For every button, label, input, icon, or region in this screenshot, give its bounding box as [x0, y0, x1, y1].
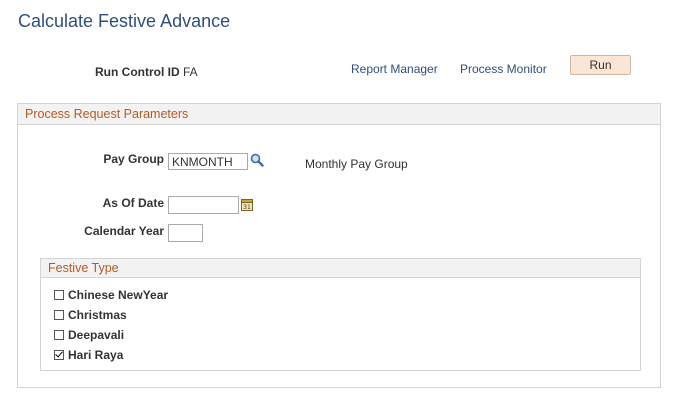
- deepavali-label: Deepavali: [68, 328, 125, 342]
- pay-group-input[interactable]: [168, 153, 248, 170]
- christmas-label: Christmas: [68, 308, 127, 322]
- festive-type-header: Festive Type: [41, 259, 640, 278]
- hari-raya-label: Hari Raya: [68, 348, 124, 362]
- process-request-parameters-header: Process Request Parameters: [18, 104, 660, 125]
- pay-group-label: Pay Group: [103, 152, 164, 166]
- pay-group-description: Monthly Pay Group: [305, 157, 408, 171]
- report-manager-link[interactable]: Report Manager: [351, 62, 438, 76]
- search-icon[interactable]: [250, 153, 264, 170]
- festive-type-box: Festive Type Chinese NewYear Christmas D…: [40, 258, 641, 371]
- festive-option-christmas[interactable]: Christmas: [54, 308, 127, 322]
- process-monitor-link[interactable]: Process Monitor: [460, 62, 547, 76]
- svg-text:31: 31: [243, 204, 251, 211]
- calendar-year-label: Calendar Year: [84, 224, 164, 238]
- as-of-date-label: As Of Date: [102, 196, 164, 210]
- christmas-checkbox[interactable]: [54, 310, 64, 320]
- calendar-year-input[interactable]: [168, 224, 203, 242]
- chinese-new-year-checkbox[interactable]: [54, 290, 64, 300]
- run-button[interactable]: Run: [570, 55, 631, 75]
- calendar-icon[interactable]: 31: [241, 198, 253, 214]
- as-of-date-input[interactable]: [168, 196, 239, 214]
- run-control-value: FA: [183, 65, 198, 79]
- festive-option-hari-raya[interactable]: Hari Raya: [54, 348, 123, 362]
- page-title: Calculate Festive Advance: [18, 11, 231, 31]
- chinese-new-year-label: Chinese NewYear: [68, 288, 169, 302]
- run-control-label: Run Control ID: [95, 65, 180, 79]
- deepavali-checkbox[interactable]: [54, 330, 64, 340]
- hari-raya-checkbox[interactable]: [54, 350, 64, 360]
- festive-option-deepavali[interactable]: Deepavali: [54, 328, 124, 342]
- festive-option-chinese-new-year[interactable]: Chinese NewYear: [54, 288, 168, 302]
